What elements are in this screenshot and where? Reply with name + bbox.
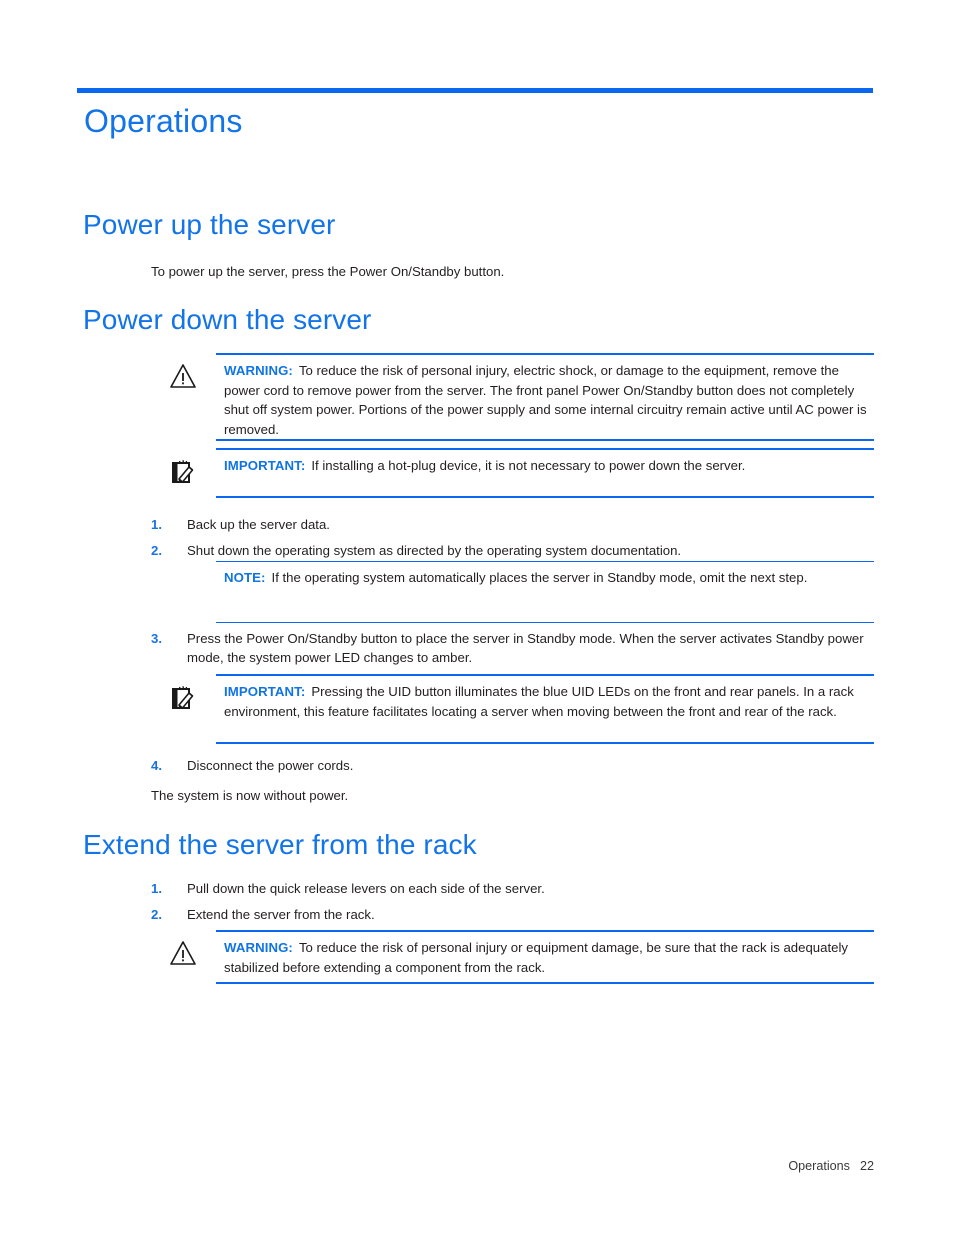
warning-body: To reduce the risk of personal injury or… (224, 940, 848, 975)
list-text: Disconnect the power cords. (187, 758, 354, 773)
warning-text-wrap: WARNING: To reduce the risk of personal i… (216, 938, 874, 977)
notepad-pencil-icon (168, 456, 198, 486)
list-text: Back up the server data. (187, 517, 330, 532)
warning-label: WARNING: (224, 363, 293, 378)
list-item: 1. Pull down the quick release levers on… (151, 879, 881, 898)
list-text: Shut down the operating system as direct… (187, 543, 682, 558)
footer-section-label: Operations (788, 1159, 850, 1173)
list-number: 3. (151, 631, 162, 646)
section-heading-power-up: Power up the server (83, 209, 336, 240)
warning-triangle-icon (168, 361, 198, 391)
paragraph-system-without-power: The system is now without power. (151, 788, 349, 803)
list-text: Extend the server from the rack. (187, 907, 375, 922)
warning-panel: WARNING: To reduce the risk of personal i… (216, 353, 874, 441)
list-number: 1. (151, 881, 162, 896)
note-panel: NOTE: If the operating system automatical… (216, 561, 874, 623)
footer-page-number: 22 (859, 1159, 874, 1173)
warning-label: WARNING: (224, 940, 293, 955)
notepad-pencil-icon (168, 682, 198, 712)
list-number: 4. (151, 758, 162, 773)
important-label: IMPORTANT: (224, 458, 306, 473)
important-panel: IMPORTANT: Pressing the UID button illumi… (216, 674, 874, 744)
list-item: 2. Shut down the operating system as dir… (151, 541, 881, 560)
section-heading-power-down: Power down the server (83, 304, 372, 335)
list-item: 4. Disconnect the power cords. (151, 756, 881, 775)
document-page: Operations Power up the server To power … (0, 0, 954, 1235)
list-text: Pull down the quick release levers on ea… (187, 881, 545, 896)
page-footer: Operations 22 (788, 1159, 874, 1173)
note-body: If the operating system automatically pl… (271, 570, 808, 585)
list-item: 3. Press the Power On/Standby button to … (151, 629, 881, 667)
list-item: 1. Back up the server data. (151, 515, 881, 534)
list-number: 2. (151, 907, 162, 922)
warning-body: To reduce the risk of personal injury, e… (224, 363, 867, 437)
paragraph-power-up: To power up the server, press the Power … (151, 264, 505, 279)
warning-panel: WARNING: To reduce the risk of personal i… (216, 930, 874, 984)
note-label: NOTE: (224, 570, 266, 585)
warning-triangle-icon (168, 938, 198, 968)
important-panel: IMPORTANT: If installing a hot-plug devic… (216, 448, 874, 498)
warning-text-wrap: WARNING: To reduce the risk of personal i… (216, 361, 874, 439)
page-title: Operations (84, 103, 243, 139)
header-rule (77, 88, 873, 93)
important-body: If installing a hot-plug device, it is n… (311, 458, 746, 473)
list-item: 2. Extend the server from the rack. (151, 905, 881, 924)
list-text: Press the Power On/Standby button to pla… (187, 631, 864, 665)
list-number: 2. (151, 543, 162, 558)
important-text-wrap: IMPORTANT: Pressing the UID button illumi… (216, 682, 874, 721)
important-body: Pressing the UID button illuminates the … (224, 684, 854, 719)
list-number: 1. (151, 517, 162, 532)
important-text-wrap: IMPORTANT: If installing a hot-plug devic… (216, 456, 874, 476)
section-heading-extend-server: Extend the server from the rack (83, 829, 477, 860)
important-label: IMPORTANT: (224, 684, 306, 699)
note-text-wrap: NOTE: If the operating system automatical… (216, 568, 874, 588)
